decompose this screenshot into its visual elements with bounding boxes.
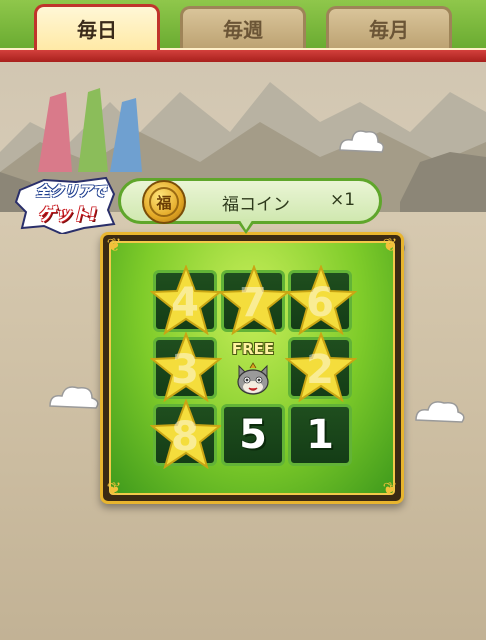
- badge-line1: 全クリアで: [36, 184, 107, 201]
- cell-number: 5: [239, 412, 267, 458]
- cell-number: 7: [239, 280, 267, 326]
- cell-number: 2: [306, 347, 334, 393]
- tab-daily[interactable]: 毎日: [34, 4, 160, 50]
- cat-mascot-icon: [237, 362, 269, 395]
- free-cell[interactable]: FREE: [221, 336, 285, 400]
- all-clear-badge: 全クリアで ゲット!: [14, 176, 118, 234]
- coin-glyph: 福: [149, 187, 179, 217]
- corner-ornament-icon: ❦: [106, 479, 122, 500]
- tab-bar-border: [0, 48, 486, 62]
- tab-weekly[interactable]: 毎週: [180, 6, 306, 48]
- reward-quantity: ×1: [330, 190, 356, 210]
- fuku-coin-icon: 福: [142, 180, 186, 224]
- cell-number: 3: [171, 347, 199, 393]
- cell-number: 1: [306, 412, 334, 458]
- cell-number: 4: [171, 280, 199, 326]
- bingo-cell[interactable]: 8: [150, 399, 222, 469]
- corner-ornament-icon: ❦: [382, 235, 398, 256]
- cloud-icon: [49, 386, 99, 409]
- bingo-cell[interactable]: 4: [150, 265, 222, 335]
- bingo-cell[interactable]: 6: [285, 265, 357, 335]
- free-label: FREE: [231, 340, 275, 358]
- tab-monthly-label: 毎月: [369, 18, 409, 42]
- badge-line2: ゲット!: [38, 205, 97, 226]
- bingo-cell[interactable]: 2: [285, 332, 357, 402]
- bingo-cell[interactable]: 7: [218, 265, 290, 335]
- cell-number: 6: [306, 280, 334, 326]
- bingo-cell[interactable]: 1: [288, 404, 352, 466]
- tab-monthly[interactable]: 毎月: [326, 6, 452, 48]
- corner-ornament-icon: ❦: [106, 235, 122, 256]
- cell-number: 8: [171, 414, 199, 460]
- cloud-icon: [339, 130, 385, 153]
- reward-name: 福コイン: [222, 195, 290, 215]
- bingo-cell[interactable]: 5: [221, 404, 285, 466]
- bingo-cell[interactable]: 3: [150, 332, 222, 402]
- corner-ornament-icon: ❦: [382, 479, 398, 500]
- tab-weekly-label: 毎週: [223, 18, 263, 42]
- tab-daily-label: 毎日: [77, 18, 117, 42]
- cloud-icon: [415, 401, 465, 423]
- reward-bar-tail-fill: [239, 219, 253, 230]
